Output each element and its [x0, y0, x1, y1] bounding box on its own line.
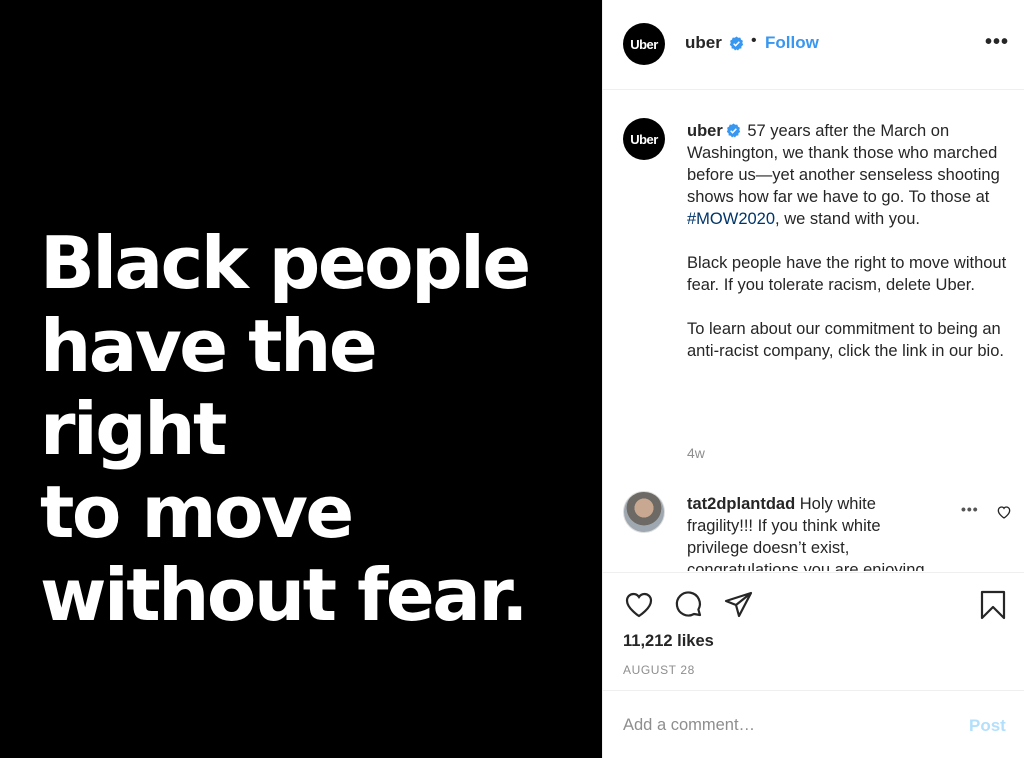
verified-badge-icon: [729, 36, 744, 51]
post-caption: uber 57 years after the March on Washing…: [687, 120, 1017, 384]
caption-paragraph-3: To learn about our commitment to being a…: [687, 320, 1004, 360]
comment-like-heart-icon[interactable]: [996, 504, 1012, 520]
header-separator: •: [751, 32, 757, 49]
comment-item: tat2dplantdad Holy white fragility!!! If…: [687, 493, 937, 571]
more-options-icon[interactable]: •••: [985, 31, 1009, 54]
comment-icon[interactable]: [673, 589, 705, 621]
post-image-headline: Black people have the right to move with…: [40, 221, 531, 637]
author-username[interactable]: uber: [685, 33, 722, 53]
verified-badge-icon: [726, 123, 740, 138]
comment-more-icon[interactable]: •••: [961, 501, 979, 517]
post-actions: 11,212 likes AUGUST 28: [603, 572, 1024, 690]
post-header: Uber uber • Follow •••: [603, 0, 1024, 90]
caption-username[interactable]: uber: [687, 122, 723, 140]
author-avatar[interactable]: Uber: [623, 23, 665, 65]
heart-icon[interactable]: [623, 589, 655, 621]
caption-author-avatar[interactable]: Uber: [623, 118, 665, 160]
comment-username[interactable]: tat2dplantdad: [687, 495, 795, 513]
post-details-panel: Uber uber • Follow ••• Uber uber 57 year…: [602, 0, 1024, 758]
post-date[interactable]: AUGUST 28: [623, 663, 695, 677]
follow-button[interactable]: Follow: [765, 33, 819, 53]
bookmark-icon[interactable]: [977, 589, 1009, 621]
likes-count[interactable]: 11,212 likes: [623, 632, 714, 651]
hashtag-link[interactable]: #MOW2020: [687, 210, 775, 228]
post-comment-button[interactable]: Post: [969, 716, 1006, 736]
share-icon[interactable]: [723, 589, 755, 621]
commenter-avatar[interactable]: [623, 491, 665, 533]
add-comment-bar: Post: [603, 690, 1024, 758]
post-media[interactable]: Black people have the right to move with…: [0, 0, 602, 758]
comment-input[interactable]: [623, 713, 953, 737]
caption-text-end: , we stand with you.: [775, 210, 920, 228]
caption-timestamp[interactable]: 4w: [687, 445, 705, 461]
caption-paragraph-2: Black people have the right to move with…: [687, 254, 1007, 294]
comments-section[interactable]: Uber uber 57 years after the March on Wa…: [603, 91, 1024, 571]
